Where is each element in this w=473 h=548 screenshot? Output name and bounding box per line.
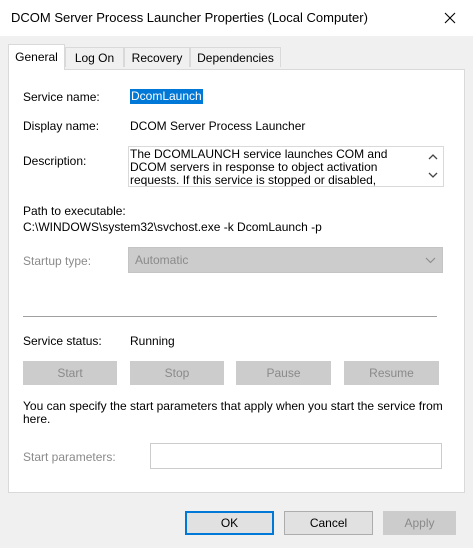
ok-button[interactable]: OK [185,511,274,535]
startup-type-label: Startup type: [23,254,92,268]
chevron-down-icon [425,257,436,264]
properties-dialog: DCOM Server Process Launcher Properties … [0,0,473,548]
scroll-up-icon[interactable] [428,153,438,161]
start-params-input[interactable] [150,443,442,469]
title-bar: DCOM Server Process Launcher Properties … [0,0,473,36]
description-scrollbar[interactable] [423,147,443,186]
display-name-label: Display name: [23,119,100,133]
description-label: Description: [23,154,87,168]
scroll-down-icon[interactable] [428,171,438,179]
apply-button[interactable]: Apply [383,511,456,535]
tab-dependencies[interactable]: Dependencies [190,47,281,67]
service-status-value: Running [130,334,175,348]
close-icon [444,12,456,24]
close-button[interactable] [427,0,473,36]
section-divider [23,316,437,317]
stop-button[interactable]: Stop [130,361,224,385]
start-params-label: Start parameters: [23,450,116,464]
display-name-value: DCOM Server Process Launcher [130,119,306,133]
resume-button[interactable]: Resume [344,361,439,385]
general-panel: Service name: DcomLaunch Display name: D… [8,69,465,493]
startup-type-select[interactable]: Automatic [128,247,443,273]
start-button[interactable]: Start [23,361,117,385]
startup-type-value: Automatic [135,253,189,267]
description-text: The DCOMLAUNCH service launches COM and … [130,147,388,187]
pause-button[interactable]: Pause [236,361,331,385]
tab-log-on[interactable]: Log On [65,47,124,67]
description-box[interactable]: The DCOMLAUNCH service launches COM and … [128,146,444,187]
service-status-label: Service status: [23,334,102,348]
service-name-value[interactable]: DcomLaunch [130,89,203,104]
service-name-label: Service name: [23,90,100,104]
tab-recovery[interactable]: Recovery [124,47,190,67]
tab-general[interactable]: General [8,44,65,70]
path-label: Path to executable: [23,204,126,218]
window-title: DCOM Server Process Launcher Properties … [11,10,368,25]
path-value: C:\WINDOWS\system32\svchost.exe -k DcomL… [23,220,322,234]
start-params-info: You can specify the start parameters tha… [23,399,443,426]
cancel-button[interactable]: Cancel [284,511,373,535]
